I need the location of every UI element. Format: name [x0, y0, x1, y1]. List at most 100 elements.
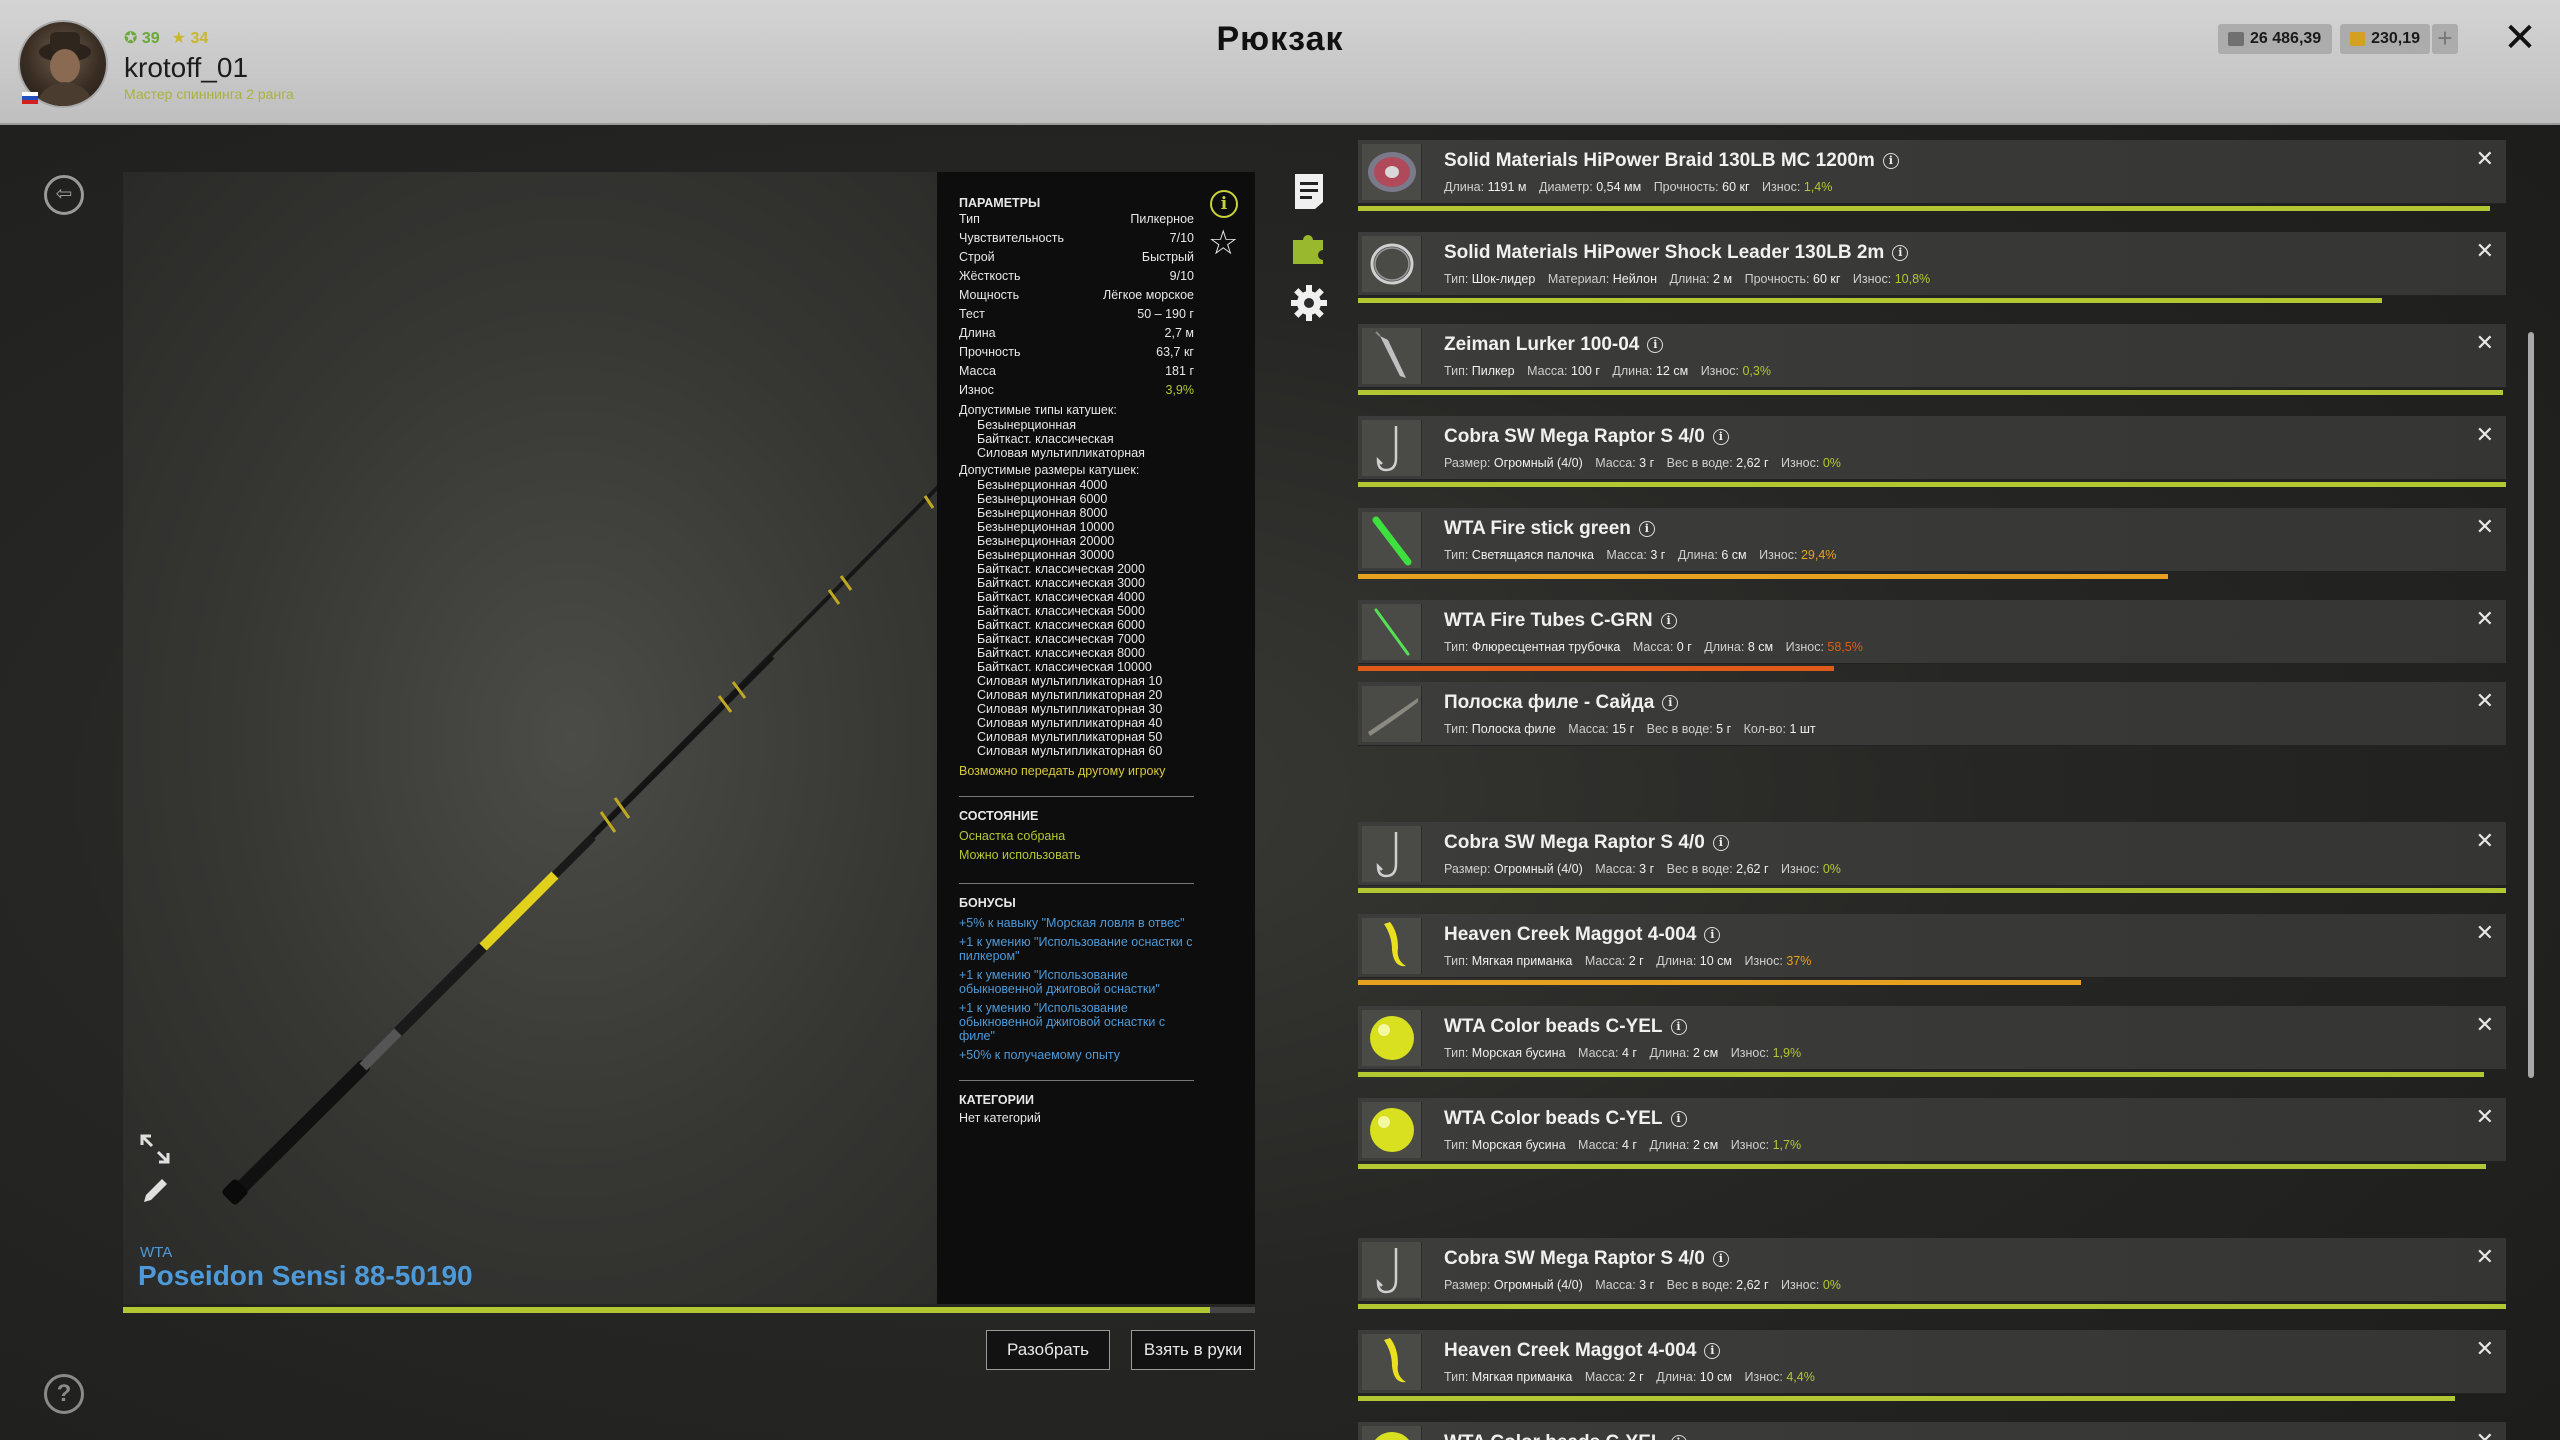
inventory-item[interactable]: Cobra SW Mega Raptor S 4/0 i Размер: Огром…: [1358, 1238, 2506, 1302]
info-icon[interactable]: i: [1712, 1251, 1729, 1267]
inventory-item[interactable]: Solid Materials HiPower Braid 130LB MC 1…: [1358, 140, 2506, 204]
remove-item-icon[interactable]: ✕: [2476, 688, 2494, 714]
pencil-edit-icon[interactable]: [138, 1174, 172, 1208]
wear-bar: [1358, 1164, 2506, 1169]
detail-value: 2 г: [1628, 1370, 1644, 1384]
document-list-icon[interactable]: [1290, 172, 1328, 210]
inventory-item[interactable]: Zeiman Lurker 100-04 i Тип: Пилкер Масса: …: [1358, 324, 2506, 388]
wear-bar: [1358, 1072, 2506, 1077]
wear-bar-fill: [1358, 980, 2082, 985]
fishing-rod-image: [222, 485, 937, 1205]
detail-value: Огромный (4/0): [1493, 862, 1583, 876]
page-title: Рюкзак: [1216, 20, 1344, 58]
inventory-item-title: Heaven Creek Maggot 4-004: [1444, 924, 1697, 945]
info-icon[interactable]: i: [1660, 613, 1677, 629]
inventory-item[interactable]: WTA Color beads C-YEL i ✕: [1358, 1422, 2506, 1440]
parameter-key: Тип: [959, 212, 980, 226]
detail-value: Огромный (4/0): [1493, 1278, 1583, 1292]
puzzle-piece-icon[interactable]: [1290, 228, 1328, 266]
inventory-item[interactable]: Cobra SW Mega Raptor S 4/0 i Размер: Огром…: [1358, 822, 2506, 886]
reel-size-item: Силовая мультипликаторная 60: [977, 744, 1163, 758]
reel-types-title: Допустимые типы катушек:: [959, 403, 1117, 417]
detail-label: Кол-во:: [1743, 722, 1786, 736]
info-icon[interactable]: i: [1670, 1019, 1687, 1035]
inventory-item[interactable]: Solid Materials HiPower Shock Leader 130…: [1358, 232, 2506, 296]
detail-label: Прочность:: [1653, 180, 1719, 194]
inventory-item[interactable]: Heaven Creek Maggot 4-004 i Тип: Мягкая пр…: [1358, 1330, 2506, 1394]
remove-item-icon[interactable]: ✕: [2476, 920, 2494, 946]
parameter-key: Длина: [959, 326, 996, 340]
remove-item-icon[interactable]: ✕: [2476, 1104, 2494, 1130]
back-arrow-icon[interactable]: ⇦: [44, 175, 84, 215]
take-in-hands-button[interactable]: Взять в руки: [1131, 1330, 1255, 1370]
remove-item-icon[interactable]: ✕: [2476, 514, 2494, 540]
info-icon[interactable]: i: [1704, 1343, 1721, 1359]
detail-value: 2 см: [1693, 1046, 1719, 1060]
detail-label: Тип:: [1444, 722, 1469, 736]
remove-item-icon[interactable]: ✕: [2476, 1012, 2494, 1038]
info-icon[interactable]: i: [1662, 695, 1679, 711]
close-icon[interactable]: ✕: [2502, 18, 2538, 58]
wear-label: Износ:: [1781, 862, 1820, 876]
inventory-item[interactable]: WTA Fire Tubes C-GRN i Тип: Флюресцентная …: [1358, 600, 2506, 664]
fullscreen-expand-icon[interactable]: [138, 1132, 172, 1166]
info-icon[interactable]: i: [1638, 521, 1655, 537]
detail-label: Длина:: [1444, 180, 1485, 194]
add-funds-button[interactable]: +: [2432, 24, 2458, 54]
wear-label: Износ:: [1781, 456, 1820, 470]
remove-item-icon[interactable]: ✕: [2476, 146, 2494, 172]
wear-bar: [1358, 574, 2506, 579]
info-icon[interactable]: i: [1882, 153, 1899, 169]
detail-value: 3 г: [1639, 1278, 1655, 1292]
remove-item-icon[interactable]: ✕: [2476, 1336, 2494, 1362]
inventory-item[interactable]: Heaven Creek Maggot 4-004 i Тип: Мягкая пр…: [1358, 914, 2506, 978]
inventory-item-title: WTA Fire stick green: [1444, 518, 1631, 539]
disassemble-button[interactable]: Разобрать: [986, 1330, 1110, 1370]
silver-amount: 26 486,39: [2250, 30, 2322, 47]
gear-icon[interactable]: [1290, 284, 1328, 322]
inventory-item[interactable]: WTA Color beads C-YEL i Тип: Морская бусин…: [1358, 1098, 2506, 1162]
favorite-star-icon[interactable]: ☆: [1208, 226, 1240, 260]
reel-type-item: Силовая мультипликаторная: [977, 446, 1145, 460]
reel-size-item: Байткаст. классическая 10000: [977, 660, 1152, 674]
inventory-item-title: Zeiman Lurker 100-04: [1444, 334, 1640, 355]
inventory-list[interactable]: Solid Materials HiPower Braid 130LB MC 1…: [1358, 136, 2506, 1440]
remove-item-icon[interactable]: ✕: [2476, 606, 2494, 632]
remove-item-icon[interactable]: ✕: [2476, 422, 2494, 448]
inventory-item[interactable]: WTA Fire stick green i Тип: Светящаяся пал…: [1358, 508, 2506, 572]
remove-item-icon[interactable]: ✕: [2476, 1244, 2494, 1270]
remove-item-icon[interactable]: ✕: [2476, 1428, 2494, 1440]
parameter-row: Масса 181 г: [959, 362, 1194, 381]
info-icon[interactable]: i: [1670, 1111, 1687, 1127]
reel-size-item: Безынерционная 30000: [977, 548, 1115, 562]
inventory-item[interactable]: Cobra SW Mega Raptor S 4/0 i Размер: Огром…: [1358, 416, 2506, 480]
detail-label: Длина:: [1612, 364, 1653, 378]
wear-bar-fill: [1358, 298, 2383, 303]
inventory-item[interactable]: WTA Color beads C-YEL i Тип: Морская бусин…: [1358, 1006, 2506, 1070]
inventory-item[interactable]: Полоска филе - Сайда i Тип: Полоска филе М…: [1358, 682, 2506, 746]
info-icon[interactable]: i: [1892, 245, 1909, 261]
detail-value: 6 см: [1721, 548, 1747, 562]
parameter-row: Тип Пилкерное: [959, 210, 1194, 229]
detail-value: 0 г: [1676, 640, 1692, 654]
inventory-scrollbar[interactable]: [2528, 332, 2534, 1078]
remove-item-icon[interactable]: ✕: [2476, 828, 2494, 854]
info-icon[interactable]: i: [1647, 337, 1664, 353]
inventory-item-details: Тип: Мягкая приманка Масса: 2 г Длина: 1…: [1444, 954, 1811, 968]
silver-balance: 26 486,39: [2218, 24, 2332, 54]
detail-label: Размер:: [1444, 862, 1491, 876]
wear-bar: [1358, 390, 2506, 395]
remove-item-icon[interactable]: ✕: [2476, 238, 2494, 264]
parameter-key: Чувствительность: [959, 231, 1064, 245]
detail-value: 12 см: [1655, 364, 1689, 378]
remove-item-icon[interactable]: ✕: [2476, 330, 2494, 356]
info-icon[interactable]: i: [1712, 835, 1729, 851]
wear-label: Износ:: [1785, 640, 1824, 654]
reel-size-item: Силовая мультипликаторная 30: [977, 702, 1163, 716]
info-icon[interactable]: i: [1670, 1435, 1687, 1440]
help-icon[interactable]: ?: [44, 1374, 84, 1414]
info-icon[interactable]: i: [1712, 429, 1729, 445]
info-icon[interactable]: i: [1704, 927, 1721, 943]
info-icon[interactable]: i: [1210, 190, 1238, 218]
inventory-item-title: Cobra SW Mega Raptor S 4/0: [1444, 426, 1705, 447]
